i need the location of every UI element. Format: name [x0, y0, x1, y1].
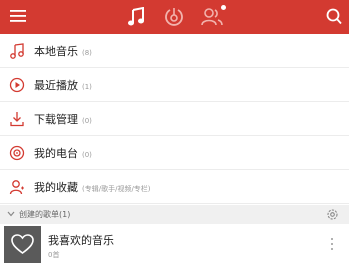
- heart-icon: [11, 234, 34, 254]
- menu-item-count: (专辑/歌手/视频/专栏): [82, 185, 151, 193]
- play-circle-icon: [9, 77, 25, 93]
- menu-icon[interactable]: [10, 9, 26, 23]
- friends-icon[interactable]: [201, 7, 223, 27]
- chevron-down-icon[interactable]: [7, 211, 15, 217]
- menu-item-label: 最近播放 (1): [34, 79, 92, 92]
- section-title: 创建的歌单(1): [19, 210, 71, 219]
- menu-item-count: (0): [82, 151, 92, 159]
- menu-item-label: 我的收藏 (专辑/歌手/视频/专栏): [34, 181, 151, 194]
- radio-icon[interactable]: [165, 7, 183, 27]
- menu-item-my-collection[interactable]: 我的收藏 (专辑/歌手/视频/专栏): [0, 170, 349, 204]
- menu-item-label: 本地音乐 (8): [34, 45, 92, 58]
- menu-list: 本地音乐 (8) 最近播放 (1) 下载管理 (0) 我的电台 (0) 我的收藏 (专辑/…: [0, 34, 349, 204]
- more-options-icon[interactable]: [330, 238, 334, 252]
- menu-item-label: 我的电台 (0): [34, 147, 92, 160]
- menu-item-local-music[interactable]: 本地音乐 (8): [0, 34, 349, 68]
- download-icon: [10, 112, 24, 127]
- playlist-cover: [4, 226, 41, 263]
- menu-item-my-radio[interactable]: 我的电台 (0): [0, 136, 349, 170]
- playlist-name: 我喜欢的音乐: [48, 234, 114, 247]
- radio-station-icon: [9, 145, 25, 161]
- created-playlists-header[interactable]: 创建的歌单(1): [0, 205, 349, 224]
- music-file-icon: [10, 43, 24, 59]
- notification-dot: [221, 5, 226, 10]
- top-bar: [0, 0, 349, 34]
- playlist-count: 0首: [48, 251, 60, 259]
- music-note-icon[interactable]: [128, 7, 146, 27]
- user-icon: [9, 180, 24, 195]
- menu-item-count: (1): [82, 83, 92, 91]
- gear-icon[interactable]: [326, 208, 339, 221]
- menu-item-count: (0): [82, 117, 92, 125]
- menu-item-download-manager[interactable]: 下载管理 (0): [0, 102, 349, 136]
- playlist-item-liked-music[interactable]: 我喜欢的音乐 0首: [0, 224, 349, 266]
- menu-item-recent-play[interactable]: 最近播放 (1): [0, 68, 349, 102]
- menu-item-count: (8): [82, 49, 92, 57]
- menu-item-label: 下载管理 (0): [34, 113, 92, 126]
- search-icon[interactable]: [326, 8, 342, 25]
